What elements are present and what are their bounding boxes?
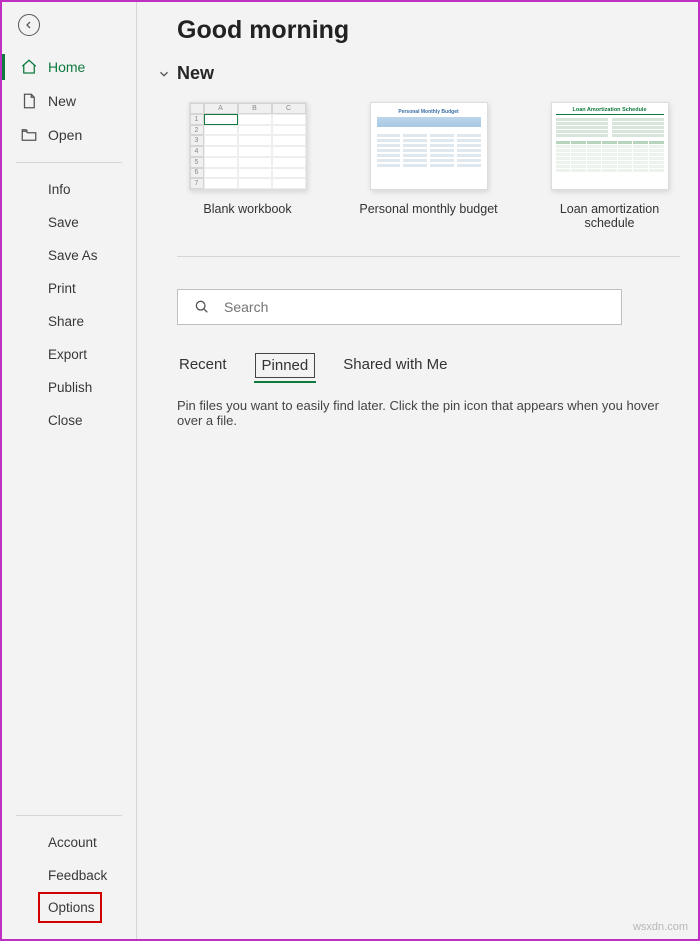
template-thumb: ABC 1 2 3 4 5 6 7 bbox=[189, 102, 307, 190]
sidebar-item-label: Home bbox=[48, 59, 85, 75]
sidebar-item-save[interactable]: Save bbox=[2, 206, 136, 239]
search-icon bbox=[194, 299, 210, 315]
tab-shared[interactable]: Shared with Me bbox=[341, 353, 449, 378]
sidebar-item-share[interactable]: Share bbox=[2, 305, 136, 338]
sidebar-item-print[interactable]: Print bbox=[2, 272, 136, 305]
home-icon bbox=[20, 58, 38, 76]
templates-row: ABC 1 2 3 4 5 6 7 Blank workbook Persona… bbox=[177, 102, 680, 257]
template-thumb: Personal Monthly Budget bbox=[370, 102, 488, 190]
template-loan-amortization[interactable]: Loan Amortization Schedule bbox=[539, 102, 680, 230]
sidebar-item-home[interactable]: Home bbox=[2, 50, 136, 84]
search-box[interactable] bbox=[177, 289, 622, 325]
pinned-empty-hint: Pin files you want to easily find later.… bbox=[177, 398, 680, 428]
tab-recent[interactable]: Recent bbox=[177, 353, 229, 378]
main-content: Good morning New ABC 1 2 3 4 5 6 7 Blank… bbox=[137, 2, 698, 939]
sidebar-item-publish[interactable]: Publish bbox=[2, 371, 136, 404]
sidebar-bottom: Account Feedback Options bbox=[2, 826, 136, 929]
folder-open-icon bbox=[20, 126, 38, 144]
document-icon bbox=[20, 92, 38, 110]
sidebar-item-feedback[interactable]: Feedback bbox=[2, 859, 136, 892]
sidebar: Home New Open Info Save Save As Print Sh… bbox=[2, 2, 137, 939]
search-input[interactable] bbox=[224, 299, 605, 315]
page-title: Good morning bbox=[177, 16, 680, 45]
watermark: wsxdn.com bbox=[633, 921, 688, 933]
tab-pinned[interactable]: Pinned bbox=[255, 353, 316, 378]
sidebar-item-saveas[interactable]: Save As bbox=[2, 239, 136, 272]
divider bbox=[16, 162, 122, 163]
back-arrow-icon bbox=[23, 19, 35, 31]
template-blank-workbook[interactable]: ABC 1 2 3 4 5 6 7 Blank workbook bbox=[177, 102, 318, 230]
sidebar-item-account[interactable]: Account bbox=[2, 826, 136, 859]
sidebar-item-info[interactable]: Info bbox=[2, 173, 136, 206]
sidebar-item-export[interactable]: Export bbox=[2, 338, 136, 371]
sidebar-item-label: Open bbox=[48, 127, 82, 143]
section-new-header[interactable]: New bbox=[157, 63, 680, 84]
sidebar-item-label: New bbox=[48, 93, 76, 109]
sidebar-item-open[interactable]: Open bbox=[2, 118, 136, 152]
section-title: New bbox=[177, 63, 214, 84]
template-personal-budget[interactable]: Personal Monthly Budget Personal monthly… bbox=[358, 102, 499, 230]
chevron-down-icon bbox=[157, 67, 171, 81]
sidebar-item-new[interactable]: New bbox=[2, 84, 136, 118]
template-label: Personal monthly budget bbox=[358, 202, 499, 216]
sidebar-item-close[interactable]: Close bbox=[2, 404, 136, 437]
back-button[interactable] bbox=[18, 14, 40, 36]
divider bbox=[16, 815, 122, 816]
sidebar-item-options[interactable]: Options bbox=[38, 892, 102, 923]
file-tabs: Recent Pinned Shared with Me bbox=[177, 353, 680, 378]
template-label: Loan amortization schedule bbox=[539, 202, 680, 230]
template-label: Blank workbook bbox=[177, 202, 318, 216]
template-thumb: Loan Amortization Schedule bbox=[551, 102, 669, 190]
